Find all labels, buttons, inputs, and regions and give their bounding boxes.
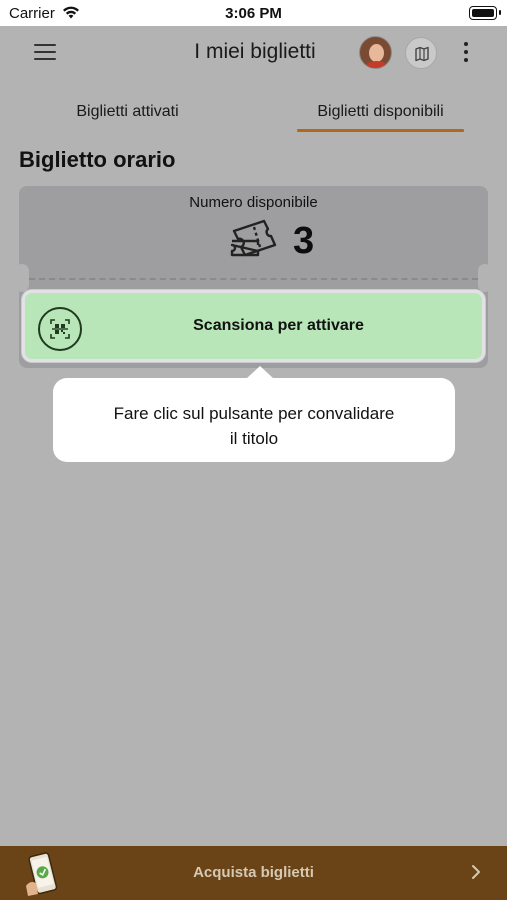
tab-activated-tickets[interactable]: Biglietti attivati xyxy=(30,96,225,132)
tooltip-arrow xyxy=(246,366,274,379)
ticket-icon xyxy=(230,219,277,257)
app-bar: I miei biglietti xyxy=(0,26,507,82)
battery-icon xyxy=(469,6,501,20)
tab-available-tickets[interactable]: Biglietti disponibili xyxy=(297,96,464,132)
qr-scan-icon xyxy=(38,307,82,351)
avatar[interactable] xyxy=(359,36,392,69)
tab-bar: Biglietti attivati Biglietti disponibili xyxy=(0,96,507,136)
buy-tickets-label: Acquista biglietti xyxy=(193,864,314,881)
ticket-perforation xyxy=(29,278,478,280)
chevron-right-icon xyxy=(472,865,480,879)
scan-to-activate-button[interactable]: Scansiona per attivare xyxy=(22,290,485,362)
map-icon xyxy=(415,46,429,62)
page-title: I miei biglietti xyxy=(194,40,316,63)
tooltip-line-1: Fare clic sul pulsante per convalidare xyxy=(113,404,395,423)
hint-tooltip: Fare clic sul pulsante per convalidare i… xyxy=(53,366,455,462)
map-button[interactable] xyxy=(405,37,437,69)
ticket-notch-left xyxy=(15,264,29,292)
tooltip-line-2: il titolo xyxy=(229,429,279,448)
more-icon[interactable] xyxy=(463,40,469,64)
ticket-count-area: Numero disponibile 3 xyxy=(19,186,488,266)
available-count-label: Numero disponibile xyxy=(189,194,318,211)
tab-selected-indicator xyxy=(297,129,464,132)
section-title: Biglietto orario xyxy=(19,147,176,172)
tooltip-text: Fare clic sul pulsante per convalidare i… xyxy=(73,404,435,451)
scan-button-label: Scansiona per attivare xyxy=(193,317,364,334)
ticket-notch-right xyxy=(478,264,492,292)
available-count-value: 3 xyxy=(293,220,315,262)
status-time: 3:06 PM xyxy=(225,5,282,22)
status-bar: Carrier 3:06 PM xyxy=(0,0,507,26)
menu-icon[interactable] xyxy=(34,44,56,60)
buy-tickets-bar[interactable]: Acquista biglietti xyxy=(0,846,507,900)
